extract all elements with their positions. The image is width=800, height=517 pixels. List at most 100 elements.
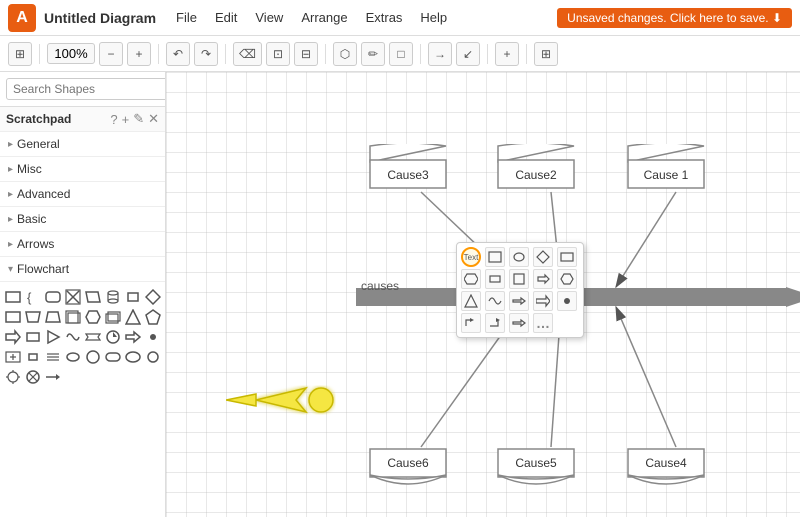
popup-arrow-icon[interactable] [533,269,553,289]
popup-dot-icon[interactable] [557,291,577,311]
zoom-display[interactable]: 100% [47,43,95,64]
shape-pentagon[interactable] [144,308,162,326]
shape-circle2[interactable] [84,348,102,366]
shape-oval[interactable] [64,348,82,366]
shape-parallelogram[interactable] [84,288,102,306]
popup-text-icon[interactable]: Text [461,247,481,267]
sidebar-item-flowchart[interactable]: Flowchart [0,257,165,282]
popup-squarec-icon[interactable] [509,269,529,289]
shape-cylinder[interactable] [104,288,122,306]
popup-arrow2-icon[interactable] [509,291,529,311]
sidebar-item-misc[interactable]: Misc [0,157,165,182]
shape-brace[interactable]: { [24,288,42,306]
shape-fat-arrow[interactable] [124,328,142,346]
shape-ribbon[interactable] [84,328,102,346]
format-btn[interactable]: □ [389,42,413,66]
svg-text:{: { [27,290,32,305]
line-btn[interactable]: ✏ [361,42,385,66]
scratchpad-close-icon[interactable]: ✕ [148,111,159,127]
sidebar-item-basic[interactable]: Basic [0,207,165,232]
shape-stacked[interactable] [104,308,122,326]
shape-oval2[interactable] [124,348,142,366]
menu-edit[interactable]: Edit [207,8,245,27]
popup-hex-icon[interactable] [461,269,481,289]
shape-circle-arrow[interactable] [104,328,122,346]
canvas[interactable]: causes Cause3 Cause2 [166,72,800,517]
popup-diamond-icon[interactable] [533,247,553,267]
popup-toolbar: Text … [456,242,584,338]
shape-circle3[interactable] [144,348,162,366]
table-btn[interactable]: ⊞ [534,42,558,66]
zoom-out-btn[interactable]: − [99,42,123,66]
connection-btn[interactable]: → [428,42,452,66]
popup-hollow-arrow-icon[interactable] [509,313,529,333]
shape-trapezoid2[interactable] [44,308,62,326]
menu-extras[interactable]: Extras [358,8,411,27]
shape-arrow-right[interactable] [4,328,22,346]
insert-btn[interactable]: + [495,42,519,66]
shape-rect[interactable] [4,288,22,306]
undo-btn[interactable]: ↶ [166,42,190,66]
shape-curved[interactable] [64,328,82,346]
unsaved-badge[interactable]: Unsaved changes. Click here to save. ⬇ [557,8,792,28]
shape-dot[interactable] [144,328,162,346]
node-cause4[interactable]: Cause4 [626,447,706,493]
shape-crosshair[interactable] [4,368,22,386]
scratchpad-edit-icon[interactable]: ✎ [133,111,144,127]
sidebar-item-advanced[interactable]: Advanced [0,182,165,207]
popup-turn2-icon[interactable] [485,313,505,333]
shape-trapezoid[interactable] [24,308,42,326]
shape-diamond[interactable] [144,288,162,306]
zoom-in-btn[interactable]: + [127,42,151,66]
redo-btn[interactable]: ↷ [194,42,218,66]
shape-triangle[interactable] [124,308,142,326]
shape-x-circle[interactable] [24,368,42,386]
shape-arrow-right2[interactable] [44,368,62,386]
menu-view[interactable]: View [247,8,291,27]
sidebar-item-arrows[interactable]: Arrows [0,232,165,257]
shape-small-rect[interactable] [124,288,142,306]
pages-btn[interactable]: ⊞ [8,42,32,66]
popup-rect2-icon[interactable] [557,247,577,267]
flowchart-shapes-panel: { [0,282,165,392]
copy-btn[interactable]: ⊡ [266,42,290,66]
shape-lines[interactable] [44,348,62,366]
app-title: Untitled Diagram [44,10,156,26]
popup-more-icon[interactable]: … [533,313,553,333]
popup-triangle-icon[interactable] [461,291,481,311]
paste-btn[interactable]: ⊟ [294,42,318,66]
sidebar-item-general[interactable]: General [0,132,165,157]
node-cause6[interactable]: Cause6 [368,447,448,493]
menu-arrange[interactable]: Arrange [293,8,355,27]
toolbar: ⊞ 100% − + ↶ ↷ ⌫ ⊡ ⊟ ⬡ ✏ □ → ↙ + ⊞ [0,36,800,72]
shape-rect2[interactable] [4,308,22,326]
scratchpad-add-icon[interactable]: + [122,112,130,127]
delete-btn[interactable]: ⌫ [233,42,262,66]
scratchpad-help-icon[interactable]: ? [110,112,117,127]
popup-turn-icon[interactable] [461,313,481,333]
node-cause5[interactable]: Cause5 [496,447,576,493]
menu-help[interactable]: Help [412,8,455,27]
shape-rounded2[interactable] [104,348,122,366]
search-input[interactable] [6,78,166,100]
shape-small-rect2[interactable] [24,348,42,366]
shape-play[interactable] [44,328,62,346]
popup-bigarrow-icon[interactable] [533,291,553,311]
shape-double-rect[interactable] [64,308,82,326]
popup-rect-icon[interactable] [485,247,505,267]
fill-btn[interactable]: ⬡ [333,42,357,66]
shape-plus-rect[interactable] [4,348,22,366]
node-cause3[interactable]: Cause3 [368,144,448,190]
shape-cross[interactable] [64,288,82,306]
shape-rect3[interactable] [24,328,42,346]
node-cause2[interactable]: Cause2 [496,144,576,190]
node-cause1[interactable]: Cause 1 [626,144,706,190]
menu-file[interactable]: File [168,8,205,27]
waypoint-btn[interactable]: ↙ [456,42,480,66]
shape-hex[interactable] [84,308,102,326]
popup-squareb-icon[interactable] [485,269,505,289]
popup-circle-icon[interactable] [509,247,529,267]
shape-rounded-rect[interactable] [44,288,62,306]
popup-curved-icon[interactable] [485,291,505,311]
popup-hex2-icon[interactable] [557,269,577,289]
